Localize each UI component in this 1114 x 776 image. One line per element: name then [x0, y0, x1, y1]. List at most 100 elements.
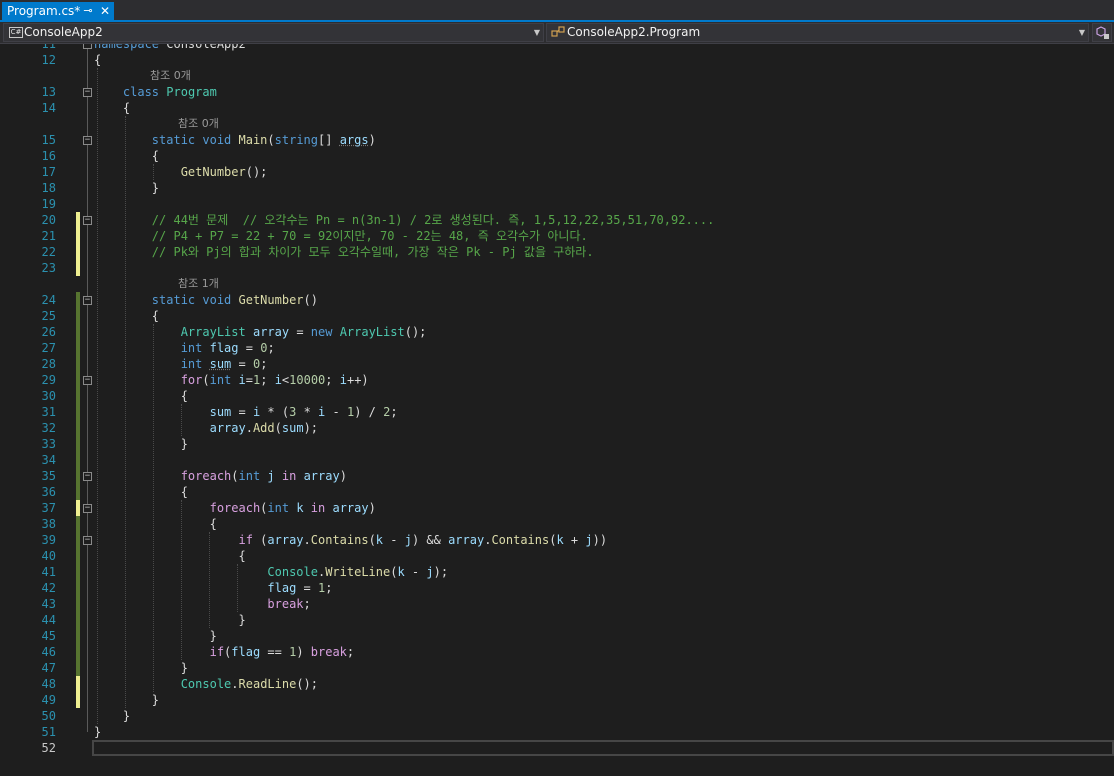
code-line[interactable]: 15 static void Main(string[] args) — [0, 132, 1114, 148]
code-text[interactable]: Console.ReadLine(); — [94, 676, 318, 692]
token: = — [289, 325, 311, 339]
code-text[interactable]: // 44번 문제 // 오각수는 Pn = n(3n-1) / 2로 생성된다… — [94, 212, 715, 228]
code-text[interactable]: sum = i * (3 * i - 1) / 2; — [94, 404, 398, 420]
collapse-toggle[interactable]: − — [83, 504, 92, 513]
code-text[interactable]: { — [94, 308, 159, 324]
code-line[interactable]: 20 // 44번 문제 // 오각수는 Pn = n(3n-1) / 2로 생… — [0, 212, 1114, 228]
code-text[interactable]: static void GetNumber() — [94, 292, 318, 308]
code-text[interactable]: } — [94, 436, 188, 452]
collapse-toggle[interactable]: − — [83, 472, 92, 481]
code-line[interactable]: 47 } — [0, 660, 1114, 676]
code-line[interactable]: 23 — [0, 260, 1114, 276]
code-line[interactable]: 50 } — [0, 708, 1114, 724]
code-line[interactable]: 36 { — [0, 484, 1114, 500]
code-line[interactable]: 29 for(int i=1; i<10000; i++) — [0, 372, 1114, 388]
code-line[interactable]: 17 GetNumber(); — [0, 164, 1114, 180]
code-text[interactable]: foreach(int k in array) — [94, 500, 376, 516]
collapse-toggle[interactable]: − — [83, 44, 92, 49]
close-icon[interactable]: ✕ — [99, 2, 111, 20]
code-text[interactable]: for(int i=1; i<10000; i++) — [94, 372, 369, 388]
code-line[interactable]: 25 { — [0, 308, 1114, 324]
code-text[interactable]: array.Add(sum); — [94, 420, 318, 436]
code-text[interactable]: { — [94, 484, 188, 500]
code-line[interactable]: 19 — [0, 196, 1114, 212]
code-text[interactable]: // Pk와 Pj의 합과 차이가 모두 오각수일때, 가장 작은 Pk - P… — [94, 244, 594, 260]
code-line[interactable]: 42 flag = 1; — [0, 580, 1114, 596]
collapse-toggle[interactable]: − — [83, 136, 92, 145]
code-line[interactable]: 49 } — [0, 692, 1114, 708]
codelens-reference-count[interactable]: 참조 0개 — [178, 116, 219, 132]
collapse-toggle[interactable]: − — [83, 296, 92, 305]
code-line[interactable]: 39 if (array.Contains(k - j) && array.Co… — [0, 532, 1114, 548]
code-text[interactable]: { — [94, 148, 159, 164]
code-text[interactable]: foreach(int j in array) — [94, 468, 347, 484]
collapse-toggle[interactable]: − — [83, 376, 92, 385]
code-line[interactable]: 41 Console.WriteLine(k - j); — [0, 564, 1114, 580]
code-line[interactable]: 31 sum = i * (3 * i - 1) / 2; — [0, 404, 1114, 420]
code-line[interactable]: 35 foreach(int j in array) — [0, 468, 1114, 484]
code-editor[interactable]: 11 namespace ConsoleApp2 12{참조 0개 13 class … — [0, 44, 1114, 776]
code-line[interactable]: 16 { — [0, 148, 1114, 164]
code-text[interactable]: } — [94, 660, 188, 676]
code-text[interactable]: namespace ConsoleApp2 — [94, 44, 246, 52]
code-line[interactable]: 21 // P4 + P7 = 22 + 70 = 92이지만, 70 - 22… — [0, 228, 1114, 244]
code-text[interactable]: GetNumber(); — [94, 164, 268, 180]
code-line[interactable]: 26 ArrayList array = new ArrayList(); — [0, 324, 1114, 340]
code-line[interactable]: 51} — [0, 724, 1114, 740]
code-line[interactable]: 37 foreach(int k in array) — [0, 500, 1114, 516]
code-line[interactable]: 43 break; — [0, 596, 1114, 612]
code-text[interactable]: static void Main(string[] args) — [94, 132, 376, 148]
code-line[interactable]: 48 Console.ReadLine(); — [0, 676, 1114, 692]
code-text[interactable]: if(flag == 1) break; — [94, 644, 355, 660]
member-dropdown-button[interactable] — [1092, 23, 1112, 42]
code-text[interactable]: } — [94, 180, 159, 196]
token: { — [94, 389, 188, 403]
codelens-reference-count[interactable]: 참조 1개 — [178, 276, 219, 292]
type-dropdown[interactable]: ConsoleApp2.Program ▼ — [546, 23, 1089, 42]
code-line[interactable]: 45 } — [0, 628, 1114, 644]
collapse-toggle[interactable]: − — [83, 88, 92, 97]
code-line[interactable]: 32 array.Add(sum); — [0, 420, 1114, 436]
code-line[interactable]: 12 { — [0, 52, 1114, 68]
code-text[interactable]: flag = 1; — [94, 580, 332, 596]
code-line[interactable]: 46 if(flag == 1) break; — [0, 644, 1114, 660]
code-text[interactable]: } — [94, 692, 159, 708]
code-text[interactable]: } — [94, 708, 130, 724]
code-text[interactable]: { — [94, 388, 188, 404]
code-line[interactable]: 44 } — [0, 612, 1114, 628]
code-line[interactable]: 40 { — [0, 548, 1114, 564]
code-line[interactable]: 30 { — [0, 388, 1114, 404]
codelens-reference-count[interactable]: 참조 0개 — [150, 68, 191, 84]
code-line[interactable]: 24 static void GetNumber() — [0, 292, 1114, 308]
code-line[interactable]: 18 } — [0, 180, 1114, 196]
code-line[interactable]: 14 { — [0, 100, 1114, 116]
code-text[interactable]: break; — [94, 596, 310, 612]
collapse-toggle[interactable]: − — [83, 216, 92, 225]
code-text[interactable]: class Program — [94, 84, 217, 100]
code-text[interactable]: { — [94, 100, 130, 116]
collapse-toggle[interactable]: − — [83, 536, 92, 545]
code-text[interactable]: } — [94, 628, 217, 644]
code-text[interactable]: int sum = 0; — [94, 356, 268, 372]
code-text[interactable]: { — [94, 52, 101, 68]
code-line[interactable]: 33 } — [0, 436, 1114, 452]
code-text[interactable]: } — [94, 612, 245, 628]
code-text[interactable]: ArrayList array = new ArrayList(); — [94, 324, 427, 340]
code-line[interactable]: 22 // Pk와 Pj의 합과 차이가 모두 오각수일때, 가장 작은 Pk … — [0, 244, 1114, 260]
tab-program-cs[interactable]: Program.cs* ⊸ ✕ — [2, 2, 114, 20]
code-line[interactable]: 28 int sum = 0; — [0, 356, 1114, 372]
code-line[interactable]: 27 int flag = 0; — [0, 340, 1114, 356]
code-text[interactable]: if (array.Contains(k - j) && array.Conta… — [94, 532, 608, 548]
code-line[interactable]: 38 { — [0, 516, 1114, 532]
code-text[interactable]: // P4 + P7 = 22 + 70 = 92이지만, 70 - 22는 4… — [94, 228, 588, 244]
code-line[interactable]: 13 class Program — [0, 84, 1114, 100]
pin-icon[interactable]: ⊸ — [82, 2, 94, 20]
project-dropdown[interactable]: C# ConsoleApp2 ▼ — [3, 23, 544, 42]
code-text[interactable]: { — [94, 548, 245, 564]
code-text[interactable]: } — [94, 724, 101, 740]
code-line[interactable]: 34 — [0, 452, 1114, 468]
code-text[interactable]: { — [94, 516, 217, 532]
code-text[interactable]: int flag = 0; — [94, 340, 275, 356]
code-text[interactable]: Console.WriteLine(k - j); — [94, 564, 448, 580]
code-line[interactable]: 11 namespace ConsoleApp2 — [0, 44, 1114, 52]
